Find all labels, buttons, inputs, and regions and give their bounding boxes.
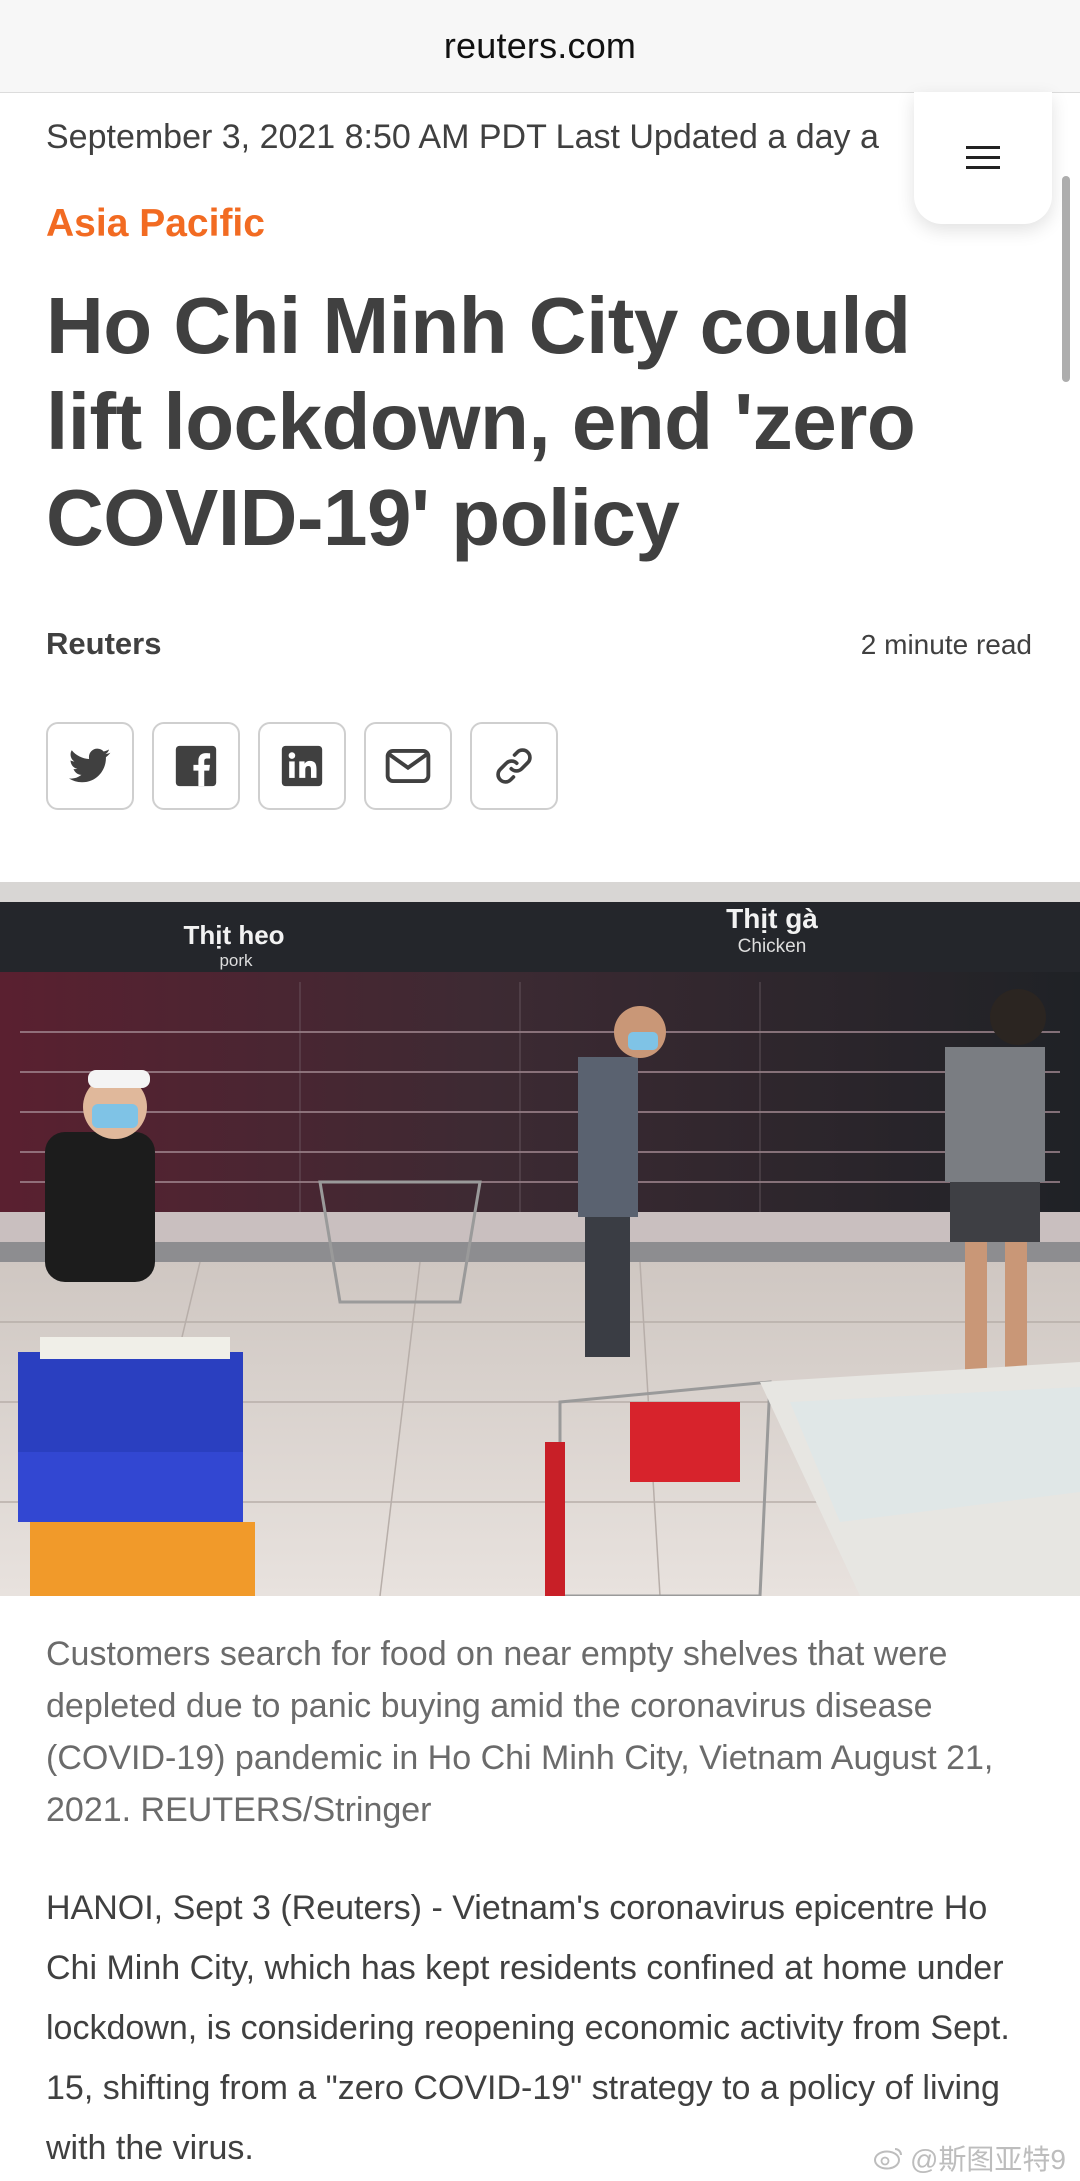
menu-button[interactable] [914,92,1052,224]
section-label[interactable]: Asia Pacific [46,202,265,246]
share-buttons [46,722,558,810]
sign-chicken-vietnamese: Thịt gà [726,903,818,934]
sign-pork-english: pork [219,951,253,970]
byline[interactable]: Reuters [46,626,161,662]
supermarket-photo: Thịt heo pork Thịt gà Chicken [0,882,1080,1596]
article-photo[interactable]: Thịt heo pork Thịt gà Chicken [0,882,1080,1596]
url-text: reuters.com [443,25,637,66]
facebook-icon [175,745,217,787]
link-icon [496,748,532,784]
linkedin-icon [281,745,323,787]
article-headline: Ho Chi Minh City could lift lockdown, en… [46,281,916,562]
article-dateline: September 3, 2021 8:50 AM PDT Last Updat… [46,118,879,156]
read-time: 2 minute read [860,629,1032,660]
copy-link-button[interactable] [470,722,558,810]
article-body-paragraph: HANOI, Sept 3 (Reuters) - Vietnam's coro… [46,1889,1010,2167]
share-twitter-button[interactable] [46,722,134,810]
sign-chicken-english: Chicken [738,936,807,957]
hamburger-icon [966,146,1000,169]
browser-address-bar[interactable]: reuters.com [0,0,1080,93]
share-facebook-button[interactable] [152,722,240,810]
twitter-icon [69,748,111,783]
watermark: @斯图亚特9 [874,2138,1066,2178]
sign-pork-vietnamese: Thịt heo [183,920,284,950]
share-linkedin-button[interactable] [258,722,346,810]
scrollbar[interactable] [1062,176,1070,382]
email-icon [385,749,431,783]
photo-caption: Customers search for food on near empty … [46,1635,994,1829]
share-email-button[interactable] [364,722,452,810]
watermark-text: @斯图亚特9 [910,2144,1066,2175]
weibo-icon [874,2148,902,2170]
